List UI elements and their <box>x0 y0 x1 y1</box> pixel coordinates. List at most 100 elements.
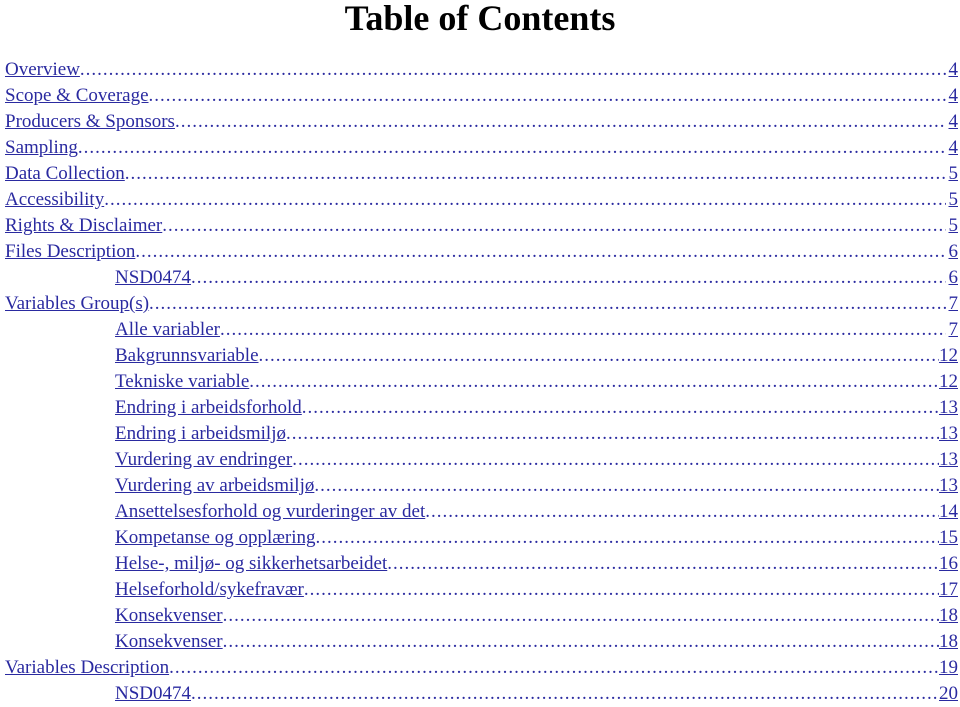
toc-entry[interactable]: Variables Group(s) 7 <box>5 291 958 317</box>
toc-entry-link[interactable]: Bakgrunnsvariable <box>115 343 259 369</box>
toc-page-number-link[interactable]: 15 <box>939 525 958 551</box>
toc-entry[interactable]: Endring i arbeidsforhold 13 <box>5 395 958 421</box>
dot-leader <box>316 525 939 551</box>
toc-entry-link[interactable]: NSD0474 <box>115 681 191 707</box>
toc-entry-link[interactable]: Files Description <box>5 239 135 265</box>
toc-page-number-link[interactable]: 7 <box>946 317 959 343</box>
dot-leader <box>162 213 946 239</box>
toc-page-number-link[interactable]: 4 <box>946 135 959 161</box>
toc-entry[interactable]: Konsekvenser 18 <box>5 629 958 655</box>
toc-entry[interactable]: Variables Description 19 <box>5 655 958 681</box>
dot-leader <box>104 187 946 213</box>
page-title: Table of Contents <box>344 0 616 38</box>
toc-entry[interactable]: Files Description 6 <box>5 239 958 265</box>
toc-entry[interactable]: Helseforhold/sykefravær 17 <box>5 577 958 603</box>
toc-page-number-link[interactable]: 12 <box>939 369 958 395</box>
toc-page-number-link[interactable]: 14 <box>939 499 958 525</box>
toc-page-number-link[interactable]: 13 <box>939 473 958 499</box>
toc-entry-link[interactable]: Konsekvenser <box>115 629 223 655</box>
dot-leader <box>78 135 946 161</box>
dot-leader <box>135 239 946 265</box>
toc-entry[interactable]: NSD0474 6 <box>5 265 958 291</box>
dot-leader <box>223 629 939 655</box>
toc-entry-link[interactable]: Variables Description <box>5 655 169 681</box>
toc-page-number-link[interactable]: 13 <box>939 395 958 421</box>
toc-entry-link[interactable]: Vurdering av arbeidsmiljø <box>115 473 314 499</box>
toc-entry-link[interactable]: Ansettelsesforhold og vurderinger av det <box>115 499 425 525</box>
toc-entry-link[interactable]: Scope & Coverage <box>5 83 149 109</box>
toc-page-number-link[interactable]: 19 <box>939 655 958 681</box>
toc-entry-link[interactable]: Kompetanse og opplæring <box>115 525 316 551</box>
toc-entry[interactable]: NSD0474 20 <box>5 681 958 707</box>
toc-page-number-link[interactable]: 16 <box>939 551 958 577</box>
dot-leader <box>259 343 939 369</box>
toc-entry[interactable]: Endring i arbeidsmiljø 13 <box>5 421 958 447</box>
toc-entry-link[interactable]: Rights & Disclaimer <box>5 213 162 239</box>
toc-page-number-link[interactable]: 4 <box>946 83 959 109</box>
toc-entry-link[interactable]: Helse-, miljø- og sikkerhetsarbeidet <box>115 551 387 577</box>
toc-entry[interactable]: Kompetanse og opplæring 15 <box>5 525 958 551</box>
dot-leader <box>223 603 939 629</box>
toc-page-number-link[interactable]: 7 <box>946 291 959 317</box>
toc-entry[interactable]: Data Collection 5 <box>5 161 958 187</box>
toc-entry-link[interactable]: Variables Group(s) <box>5 291 149 317</box>
toc-entry[interactable]: Rights & Disclaimer 5 <box>5 213 958 239</box>
toc-page-number-link[interactable]: 5 <box>946 187 959 213</box>
toc-page-number-link[interactable]: 20 <box>939 681 958 707</box>
toc-entry-link[interactable]: Alle variabler <box>115 317 220 343</box>
toc-entry-link[interactable]: NSD0474 <box>115 265 191 291</box>
toc-entry[interactable]: Sampling 4 <box>5 135 958 161</box>
dot-leader <box>175 109 946 135</box>
dot-leader <box>304 577 939 603</box>
toc-page-number-link[interactable]: 12 <box>939 343 958 369</box>
toc-entry-link[interactable]: Data Collection <box>5 161 125 187</box>
toc-page-number-link[interactable]: 17 <box>939 577 958 603</box>
toc-entry[interactable]: Helse-, miljø- og sikkerhetsarbeidet 16 <box>5 551 958 577</box>
toc-page-number-link[interactable]: 18 <box>939 629 958 655</box>
dot-leader <box>314 473 939 499</box>
dot-leader <box>191 681 939 707</box>
toc-entry[interactable]: Tekniske variable 12 <box>5 369 958 395</box>
toc-entry[interactable]: Konsekvenser 18 <box>5 603 958 629</box>
toc-page-number-link[interactable]: 4 <box>946 109 959 135</box>
dot-leader <box>302 395 939 421</box>
toc-entry-link[interactable]: Tekniske variable <box>115 369 249 395</box>
toc-entry-link[interactable]: Overview <box>5 57 80 83</box>
toc-entry-link[interactable]: Endring i arbeidsmiljø <box>115 421 286 447</box>
toc-entry[interactable]: Accessibility 5 <box>5 187 958 213</box>
toc-entry[interactable]: Producers & Sponsors 4 <box>5 109 958 135</box>
toc-entry[interactable]: Overview 4 <box>5 57 958 83</box>
dot-leader <box>169 655 939 681</box>
dot-leader <box>125 161 946 187</box>
dot-leader <box>387 551 939 577</box>
toc-entry-link[interactable]: Endring i arbeidsforhold <box>115 395 302 421</box>
toc-entry-link[interactable]: Vurdering av endringer <box>115 447 292 473</box>
toc-page-number-link[interactable]: 6 <box>946 265 959 291</box>
dot-leader <box>286 421 939 447</box>
toc-entry-link[interactable]: Helseforhold/sykefravær <box>115 577 304 603</box>
dot-leader <box>249 369 939 395</box>
dot-leader <box>425 499 939 525</box>
toc-page-number-link[interactable]: 18 <box>939 603 958 629</box>
toc-page-number-link[interactable]: 5 <box>946 213 959 239</box>
toc-entry[interactable]: Bakgrunnsvariable 12 <box>5 343 958 369</box>
toc-entry-link[interactable]: Sampling <box>5 135 78 161</box>
toc-entry-link[interactable]: Konsekvenser <box>115 603 223 629</box>
toc-page-number-link[interactable]: 6 <box>946 239 959 265</box>
toc-entry[interactable]: Ansettelsesforhold og vurderinger av det… <box>5 499 958 525</box>
dot-leader <box>292 447 939 473</box>
toc-page-number-link[interactable]: 5 <box>946 161 959 187</box>
toc-entry-link[interactable]: Producers & Sponsors <box>5 109 175 135</box>
toc-entry-link[interactable]: Accessibility <box>5 187 104 213</box>
toc-page-number-link[interactable]: 13 <box>939 447 958 473</box>
dot-leader <box>149 291 946 317</box>
toc-entry[interactable]: Scope & Coverage 4 <box>5 83 958 109</box>
dot-leader <box>149 83 946 109</box>
dot-leader <box>220 317 946 343</box>
toc-entry[interactable]: Alle variabler 7 <box>5 317 958 343</box>
toc-page-number-link[interactable]: 4 <box>946 57 959 83</box>
toc-entry[interactable]: Vurdering av endringer 13 <box>5 447 958 473</box>
toc-entry[interactable]: Vurdering av arbeidsmiljø 13 <box>5 473 958 499</box>
dot-leader <box>80 57 946 83</box>
toc-page-number-link[interactable]: 13 <box>939 421 958 447</box>
